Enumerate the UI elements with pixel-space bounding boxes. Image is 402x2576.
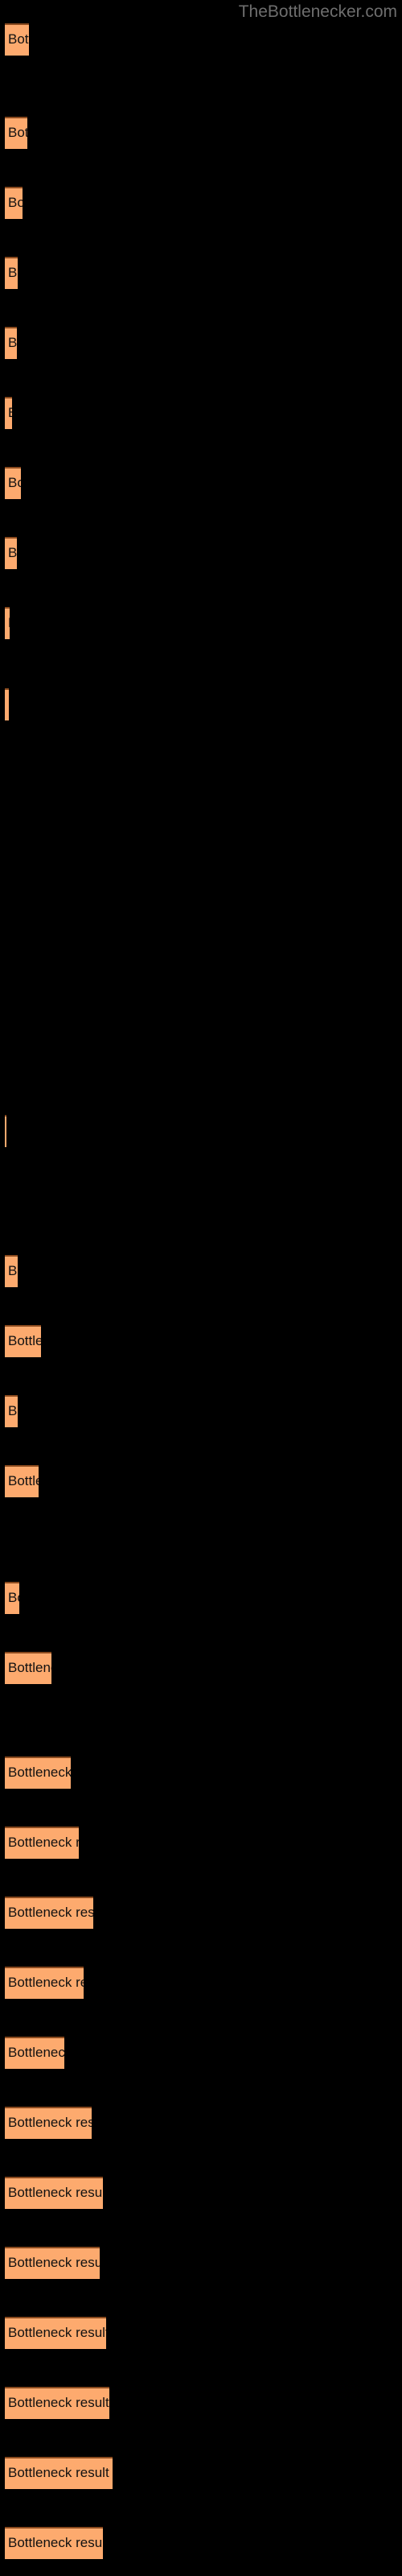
bar-clip: Bottleneck result: [5, 2457, 113, 2489]
bar-clip: Bottleneck result: [5, 688, 9, 720]
bar-row[interactable]: Bottleneck result: [5, 327, 17, 359]
bar-fill[interactable]: [5, 1757, 71, 1789]
bar-fill[interactable]: [5, 1255, 18, 1287]
bar-row[interactable]: Bottleneck result: [5, 1255, 18, 1287]
plot-area: Bottleneck result Bottleneck result Bottle…: [0, 0, 402, 2576]
bottleneck-bar-chart: TheBottlenecker.com Bottleneck resultBot…: [0, 0, 402, 2576]
bar-clip: Bottleneck result: [5, 2527, 103, 2559]
bar-fill[interactable]: [5, 607, 10, 639]
bar-fill[interactable]: [5, 2387, 109, 2419]
bar-fill[interactable]: [5, 187, 23, 219]
bar-clip: Bottleneck result: [5, 1967, 84, 1999]
bar-clip: Bottleneck result: [5, 467, 21, 499]
bar-clip: Bottleneck result: [5, 2317, 106, 2349]
bar-clip: Bottleneck result: [5, 1255, 18, 1287]
bar-fill[interactable]: [5, 1897, 93, 1929]
bar-row[interactable]: Bottleneck result: [5, 397, 12, 429]
bar-fill[interactable]: [5, 2177, 103, 2209]
bar-fill[interactable]: [5, 1827, 79, 1859]
bar-fill[interactable]: [5, 2317, 106, 2349]
bar-clip: Bottleneck result: [5, 2177, 103, 2209]
bar-clip: Bottleneck result: [5, 2037, 64, 2069]
bar-row[interactable]: Bottleneck result: [5, 1582, 19, 1614]
bar-clip: Bottleneck result: [5, 257, 18, 289]
bar-row[interactable]: Bottleneck result: [5, 2317, 106, 2349]
bar-clip: Bottleneck result: [5, 1652, 51, 1684]
bar-clip: Bottleneck result: [5, 2247, 100, 2279]
bar-clip: Bottleneck result: [5, 1827, 79, 1859]
bar-fill[interactable]: [5, 537, 17, 569]
bar-fill[interactable]: [5, 2107, 92, 2139]
bar-fill[interactable]: [5, 2527, 103, 2559]
bar-clip: Bottleneck result: [5, 607, 10, 639]
bar-fill[interactable]: [5, 1582, 19, 1614]
bar-row[interactable]: Bottleneck result: [5, 1465, 39, 1497]
bar-fill[interactable]: [5, 1967, 84, 1999]
bar-fill[interactable]: [5, 688, 9, 720]
bar-clip: Bottleneck result: [5, 397, 12, 429]
bar-row[interactable]: Bottleneck result: [5, 2527, 103, 2559]
bar-row[interactable]: Bottleneck result: [5, 467, 21, 499]
bar-row[interactable]: Bottleneck result: [5, 607, 10, 639]
bar-clip: Bottleneck result: [5, 537, 17, 569]
bar-fill[interactable]: [5, 1652, 51, 1684]
bar-fill[interactable]: [5, 23, 29, 56]
bar-clip: Bottleneck result: [5, 1582, 19, 1614]
bar-fill[interactable]: [5, 1465, 39, 1497]
bar-clip: Bottleneck result: [5, 117, 27, 149]
bar-clip: Bottleneck result: [5, 1395, 18, 1427]
bar-row[interactable]: Bottleneck result: [5, 117, 27, 149]
bar-clip: Bottleneck result: [5, 1897, 93, 1929]
bar-fill[interactable]: [5, 327, 17, 359]
bar-clip: Bottleneck result: [5, 187, 23, 219]
bar-row[interactable]: Bottleneck result: [5, 1757, 71, 1789]
bar-row[interactable]: Bottleneck result: [5, 688, 9, 720]
bar-fill[interactable]: [5, 2037, 64, 2069]
bar-clip: Bottleneck result: [5, 1757, 71, 1789]
bar-row[interactable]: Bottleneck result: [5, 1897, 93, 1929]
bar-fill[interactable]: [5, 467, 21, 499]
bar-fill[interactable]: [5, 1325, 41, 1357]
bar-clip: Bottleneck result: [5, 1325, 41, 1357]
bar-row[interactable]: Bottleneck result: [5, 537, 17, 569]
bar-row[interactable]: Bottleneck result: [5, 187, 23, 219]
bar-clip: Bottleneck result: [5, 1115, 6, 1147]
bar-fill[interactable]: [5, 117, 27, 149]
bar-fill[interactable]: [5, 2457, 113, 2489]
bar-row[interactable]: Bottleneck result: [5, 1325, 41, 1357]
bar-row[interactable]: Bottleneck result: [5, 2247, 100, 2279]
bar-row[interactable]: Bottleneck result: [5, 2177, 103, 2209]
bar-row[interactable]: Bottleneck result: [5, 2107, 92, 2139]
bar-fill[interactable]: [5, 257, 18, 289]
bar-fill[interactable]: [5, 1115, 6, 1147]
bar-clip: Bottleneck result: [5, 327, 17, 359]
bar-row[interactable]: Bottleneck result: [5, 1115, 6, 1147]
bar-fill[interactable]: [5, 1395, 18, 1427]
bar-row[interactable]: Bottleneck result: [5, 257, 18, 289]
bar-clip: Bottleneck result: [5, 2107, 92, 2139]
bar-clip: Bottleneck result: [5, 1465, 39, 1497]
bar-row[interactable]: Bottleneck result: [5, 1967, 84, 1999]
bar-row[interactable]: Bottleneck result: [5, 2037, 64, 2069]
bar-fill[interactable]: [5, 397, 12, 429]
bar-row[interactable]: Bottleneck result: [5, 2387, 109, 2419]
bar-row[interactable]: Bottleneck result: [5, 2457, 113, 2489]
bar-row[interactable]: Bottleneck result: [5, 1652, 51, 1684]
bar-row[interactable]: Bottleneck result: [5, 1827, 79, 1859]
bar-row[interactable]: Bottleneck result: [5, 1395, 18, 1427]
bar-fill[interactable]: [5, 2247, 100, 2279]
bar-clip: Bottleneck result: [5, 2387, 109, 2419]
bar-clip: Bottleneck result: [5, 23, 29, 56]
bar-row[interactable]: Bottleneck result: [5, 23, 29, 56]
